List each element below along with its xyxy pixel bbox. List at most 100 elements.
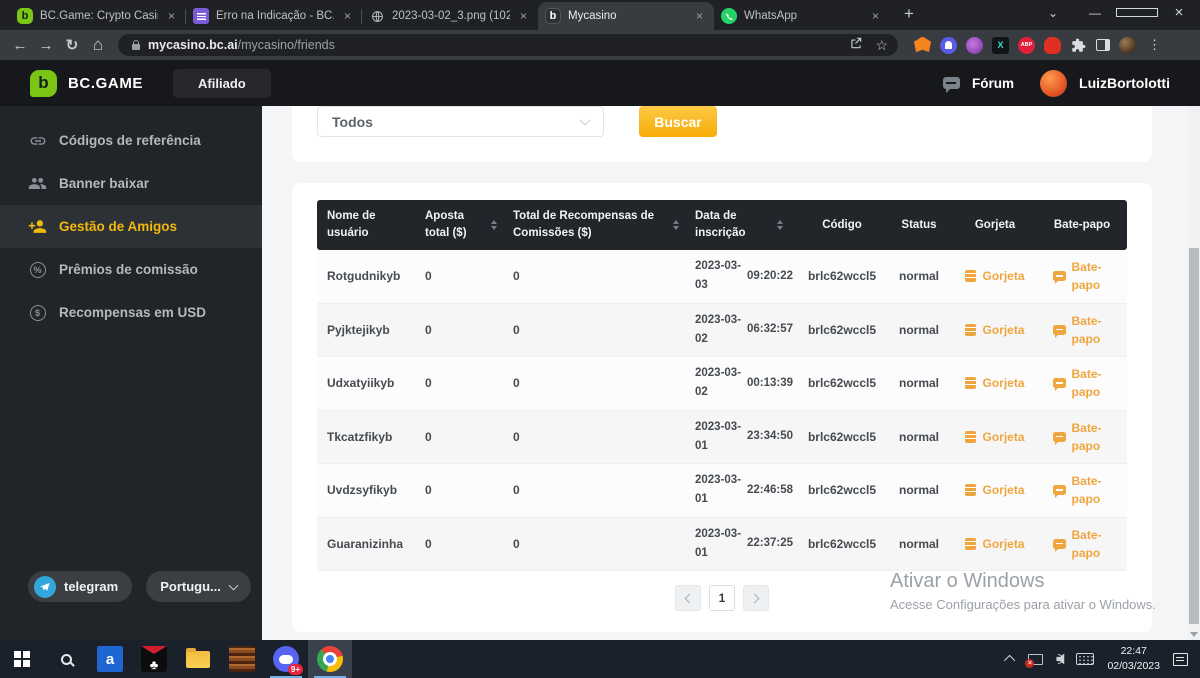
tip-button[interactable]: Gorjeta xyxy=(965,376,1024,390)
whatsapp-favicon-icon xyxy=(721,8,737,24)
taskbar-app-amd[interactable]: a xyxy=(88,640,132,678)
filter-panel: Todos Buscar xyxy=(292,106,1152,162)
taskbar-clock[interactable]: 22:47 02/03/2023 xyxy=(1107,644,1160,674)
telegram-button[interactable]: telegram xyxy=(28,571,132,602)
tab-close-icon[interactable]: × xyxy=(516,9,531,24)
list-favicon-icon xyxy=(193,8,209,24)
chat-button[interactable]: Bate-papo xyxy=(1053,472,1112,508)
tip-button[interactable]: Gorjeta xyxy=(965,323,1024,337)
stop-hand-extension-icon[interactable] xyxy=(1044,37,1061,54)
taskbar-app-casino[interactable]: ♣ xyxy=(132,640,176,678)
table-header-row: Nome de usuário Aposta total ($) Total d… xyxy=(317,200,1127,250)
tip-button[interactable]: Gorjeta xyxy=(965,430,1024,444)
screen: b BC.Game: Crypto Casino Gam × Erro na I… xyxy=(0,0,1200,678)
scrollbar-thumb[interactable] xyxy=(1189,248,1199,624)
side-panel-icon[interactable] xyxy=(1096,39,1110,51)
affiliate-button[interactable]: Afiliado xyxy=(173,69,271,98)
share-icon[interactable] xyxy=(849,36,863,55)
taskbar-app-chrome[interactable] xyxy=(308,640,352,678)
taskbar-app-game[interactable] xyxy=(220,640,264,678)
tab-whatsapp[interactable]: WhatsApp × xyxy=(714,2,890,30)
tip-button[interactable]: Gorjeta xyxy=(965,483,1024,497)
scrollbar-down-arrow-icon[interactable] xyxy=(1190,632,1198,637)
network-disconnected-icon[interactable]: × xyxy=(1028,654,1043,665)
cell-bet-total: 0 xyxy=(425,430,513,444)
metamask-extension-icon[interactable] xyxy=(914,37,931,54)
start-button[interactable] xyxy=(0,640,44,678)
taskbar-app-discord[interactable]: 9+ xyxy=(264,640,308,678)
cell-bet-total: 0 xyxy=(425,323,513,337)
maximize-button[interactable] xyxy=(1116,0,1158,28)
column-header-username[interactable]: Nome de usuário xyxy=(317,208,425,241)
sort-icon[interactable] xyxy=(673,220,679,230)
action-center-icon[interactable] xyxy=(1173,653,1188,666)
cell-commission-rewards: 0 xyxy=(513,323,695,337)
tab-close-icon[interactable]: × xyxy=(692,9,707,24)
profile-avatar-icon[interactable] xyxy=(1119,37,1136,54)
purple-extension-icon[interactable] xyxy=(966,37,983,54)
search-button[interactable]: Buscar xyxy=(639,106,717,137)
user-avatar[interactable] xyxy=(1040,70,1067,97)
chat-button[interactable]: Bate-papo xyxy=(1053,258,1112,294)
next-page-button[interactable] xyxy=(743,585,769,611)
tab-close-icon[interactable]: × xyxy=(340,9,355,24)
prev-page-button[interactable] xyxy=(675,585,701,611)
close-button[interactable]: × xyxy=(1158,0,1200,28)
tab-search-chevron-icon[interactable]: ⌄ xyxy=(1032,0,1074,28)
table-row: Guaranizinha 0 0 2023-03-0122:37:25 brlc… xyxy=(317,518,1127,572)
column-header-signup-date[interactable]: Data de inscrição xyxy=(695,208,799,241)
filter-select[interactable]: Todos xyxy=(317,106,604,137)
x-extension-icon[interactable]: X xyxy=(992,37,1009,54)
taskbar-app-file-explorer[interactable] xyxy=(176,640,220,678)
page-scrollbar[interactable] xyxy=(1188,106,1200,640)
sidebar-item-commission-rewards[interactable]: % Prêmios de comissão xyxy=(0,248,262,291)
browser-menu-icon[interactable]: ⋮ xyxy=(1142,37,1167,53)
tab-erro-indicacao[interactable]: Erro na Indicação - BC.Game × xyxy=(186,2,362,30)
reload-button[interactable]: ↻ xyxy=(60,36,84,54)
extensions-puzzle-icon[interactable] xyxy=(1070,37,1087,54)
language-selector[interactable]: Portugu... xyxy=(146,571,251,602)
sidebar-item-referral-codes[interactable]: Códigos de referência xyxy=(0,119,262,162)
chat-button[interactable]: Bate-papo xyxy=(1053,312,1112,348)
taskbar-search-button[interactable] xyxy=(44,640,88,678)
cell-signup-date: 2023-03-0200:13:39 xyxy=(695,364,799,402)
new-tab-button[interactable]: + xyxy=(896,2,922,28)
tab-bcgame[interactable]: b BC.Game: Crypto Casino Gam × xyxy=(10,2,186,30)
keyboard-icon[interactable] xyxy=(1076,653,1094,665)
folder-icon xyxy=(186,651,210,668)
chat-button[interactable]: Bate-papo xyxy=(1053,365,1112,401)
tab-mycasino-active[interactable]: b Mycasino × xyxy=(538,2,714,30)
sort-icon[interactable] xyxy=(491,220,497,230)
tray-chevron-up-icon[interactable] xyxy=(1004,655,1015,666)
forum-link[interactable]: Fórum xyxy=(972,76,1014,91)
tab-png-image[interactable]: 2023-03-02_3.png (1024×76 × xyxy=(362,2,538,30)
link-icon xyxy=(28,131,47,150)
url-path: /mycasino/friends xyxy=(238,38,335,52)
minimize-button[interactable]: — xyxy=(1074,0,1116,28)
ghost-extension-icon[interactable] xyxy=(940,37,957,54)
current-page-button[interactable]: 1 xyxy=(709,585,735,611)
column-header-commission-rewards[interactable]: Total de Recompensas de Comissões ($) xyxy=(513,208,695,241)
forward-button[interactable]: → xyxy=(34,37,58,54)
sidebar-item-friends-management[interactable]: Gestão de Amigos xyxy=(0,205,262,248)
bcgame-logo-icon[interactable]: b xyxy=(30,70,57,97)
sidebar-item-usd-rewards[interactable]: $ Recompensas em USD xyxy=(0,291,262,334)
tab-title: Mycasino xyxy=(568,10,686,22)
tip-button[interactable]: Gorjeta xyxy=(965,269,1024,283)
username-label[interactable]: LuizBortolotti xyxy=(1079,75,1170,91)
chat-bubble-icon xyxy=(1053,271,1066,281)
back-button[interactable]: ← xyxy=(8,37,32,54)
chat-button[interactable]: Bate-papo xyxy=(1053,526,1112,562)
home-button[interactable]: ⌂ xyxy=(86,35,110,55)
tab-close-icon[interactable]: × xyxy=(868,9,883,24)
column-header-bet-total[interactable]: Aposta total ($) xyxy=(425,208,513,241)
tip-button[interactable]: Gorjeta xyxy=(965,537,1024,551)
bookmark-star-icon[interactable]: ☆ xyxy=(875,37,888,54)
address-bar[interactable]: mycasino.bc.ai/mycasino/friends ☆ xyxy=(118,34,898,56)
chat-button[interactable]: Bate-papo xyxy=(1053,419,1112,455)
adblock-plus-icon[interactable]: ABP xyxy=(1018,37,1035,54)
sort-icon[interactable] xyxy=(777,220,783,230)
tab-close-icon[interactable]: × xyxy=(164,9,179,24)
volume-icon[interactable] xyxy=(1056,653,1063,665)
sidebar-item-banner-download[interactable]: Banner baixar xyxy=(0,162,262,205)
